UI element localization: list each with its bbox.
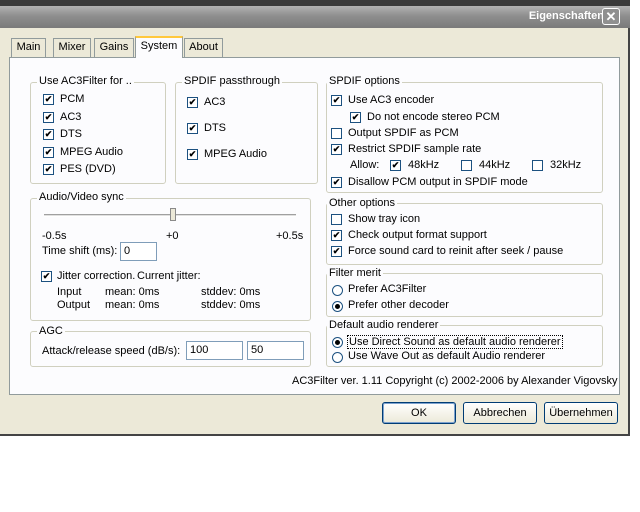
default-renderer-legend: Default audio renderer [327,319,441,331]
tab-mixer[interactable]: Mixer [53,38,91,57]
agc-legend: AGC [37,325,65,337]
show-tray-icon-label: Show tray icon [348,213,421,225]
spdif-passthrough-legend: SPDIF passthrough [182,75,282,87]
direct-sound-label: Use Direct Sound as default audio render… [347,335,563,349]
slider-tick-min: -0.5s [42,230,67,242]
show-tray-icon-checkbox[interactable] [331,214,342,225]
passthrough-dts-checkbox[interactable] [187,123,198,134]
use-ac3filter-legend: Use AC3Filter for .. [37,75,134,87]
use-ac3-encoder-label: Use AC3 encoder [348,94,435,106]
tab-main[interactable]: Main [11,38,46,57]
ac3-checkbox[interactable] [43,112,54,123]
rate-32khz-checkbox[interactable] [532,160,543,171]
rate-44khz-label: 44kHz [479,159,511,171]
time-shift-input[interactable]: 0 [120,242,157,261]
jitter-correction-checkbox[interactable] [41,271,52,282]
spdif-options-legend: SPDIF options [327,75,402,87]
pcm-checkbox[interactable] [43,94,54,105]
rate-44khz-checkbox[interactable] [461,160,472,171]
tab-system[interactable]: System [135,36,183,58]
pes-dvd-label: PES (DVD) [60,163,116,175]
output-mean: mean: 0ms [105,299,160,311]
disallow-pcm-checkbox[interactable] [331,177,342,188]
window-title: Eigenschaften [528,10,604,22]
direct-sound-radio[interactable] [332,337,343,348]
rate-32khz-label: 32kHz [550,159,582,171]
input-mean: mean: 0ms [105,286,160,298]
restrict-sample-rate-checkbox[interactable] [331,144,342,155]
tab-about[interactable]: About [184,38,223,57]
input-label: Input [57,286,82,298]
filter-merit-legend: Filter merit [327,267,383,279]
time-shift-label: Time shift (ms): [42,245,118,257]
other-options-legend: Other options [327,197,398,209]
attack-speed-input[interactable]: 100 [186,341,243,360]
output-stddev: stddev: 0ms [201,299,261,311]
input-stddev: stddev: 0ms [201,286,261,298]
output-label: Output [57,299,91,311]
cancel-button[interactable]: Abbrechen [463,402,537,424]
wave-out-label: Use Wave Out as default Audio renderer [348,350,546,362]
check-output-format-label: Check output format support [348,229,487,241]
apply-button[interactable]: Übernehmen [544,402,618,424]
ok-button[interactable]: OK [382,402,456,424]
pes-dvd-checkbox[interactable] [43,164,54,175]
prefer-other-decoder-label: Prefer other decoder [348,299,449,311]
check-output-format-checkbox[interactable] [331,230,342,241]
dts-checkbox[interactable] [43,129,54,140]
ac3-label: AC3 [60,111,82,123]
prefer-ac3filter-label: Prefer AC3Filter [348,283,427,295]
disallow-pcm-label: Disallow PCM output in SPDIF mode [348,176,528,188]
current-jitter-label: Current jitter: [137,270,201,282]
force-reinit-checkbox[interactable] [331,246,342,257]
close-button[interactable]: ✕ [602,8,620,25]
slider-tick-mid: +0 [166,230,179,242]
force-reinit-label: Force sound card to reinit after seek / … [348,245,564,257]
do-not-encode-stereo-checkbox[interactable] [350,112,361,123]
dts-label: DTS [60,128,82,140]
allow-label: Allow: [350,159,380,171]
prefer-other-decoder-radio[interactable] [332,301,343,312]
passthrough-mpeg-checkbox[interactable] [187,149,198,160]
rate-48khz-checkbox[interactable] [390,160,401,171]
pcm-label: PCM [60,93,85,105]
slider-tick-max: +0.5s [276,230,304,242]
jitter-correction-label: Jitter correction. [57,270,136,282]
wave-out-radio[interactable] [332,352,343,363]
restrict-sample-rate-label: Restrict SPDIF sample rate [348,143,482,155]
copyright-text: AC3Filter ver. 1.11 Copyright (c) 2002-2… [292,375,618,387]
rate-48khz-label: 48kHz [408,159,440,171]
attack-release-label: Attack/release speed (dB/s): [42,345,181,357]
output-spdif-as-pcm-label: Output SPDIF as PCM [348,127,459,139]
passthrough-dts-label: DTS [204,122,226,134]
mpeg-audio-checkbox[interactable] [43,147,54,158]
time-shift-slider-thumb[interactable] [170,208,176,221]
tab-gains[interactable]: Gains [94,38,134,57]
output-spdif-as-pcm-checkbox[interactable] [331,128,342,139]
passthrough-mpeg-label: MPEG Audio [204,148,267,160]
mpeg-audio-label: MPEG Audio [60,146,123,158]
use-ac3-encoder-checkbox[interactable] [331,95,342,106]
passthrough-ac3-label: AC3 [204,96,226,108]
passthrough-ac3-checkbox[interactable] [187,97,198,108]
prefer-ac3filter-radio[interactable] [332,285,343,296]
do-not-encode-stereo-label: Do not encode stereo PCM [367,111,500,123]
release-speed-input[interactable]: 50 [247,341,304,360]
av-sync-legend: Audio/Video sync [37,191,126,203]
